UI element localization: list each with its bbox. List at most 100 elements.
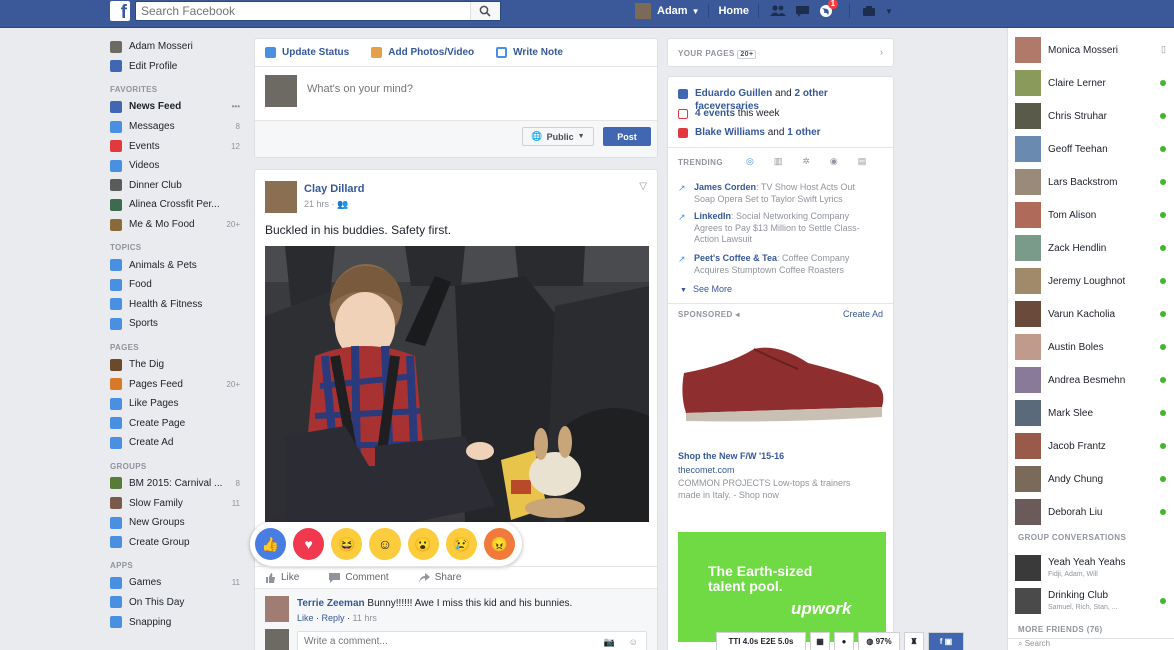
search-box[interactable]: [135, 1, 501, 21]
upwork-ad[interactable]: The Earth-sized talent pool. upwork: [678, 532, 886, 642]
angry-reaction-icon[interactable]: 😠: [483, 528, 515, 560]
notice-link[interactable]: Eduardo Guillen: [695, 88, 772, 99]
settings-dropdown-icon[interactable]: ▼: [885, 7, 893, 16]
profile-link[interactable]: Adam: [657, 5, 688, 17]
tab-add-photos[interactable]: Add Photos/Video: [371, 47, 474, 58]
chat-contact[interactable]: Andy Chung: [1015, 465, 1170, 493]
chat-contact[interactable]: Varun Kacholia: [1015, 300, 1170, 328]
trending-sports-icon[interactable]: ◉: [830, 156, 838, 167]
yay-reaction-icon[interactable]: ☺: [369, 528, 401, 560]
ad-image[interactable]: [678, 329, 886, 447]
facebook-icon[interactable]: f ▣: [928, 632, 964, 650]
nav-item-create-page[interactable]: Create Page: [110, 414, 245, 434]
like-button[interactable]: Like: [265, 572, 299, 583]
chat-group[interactable]: Drinking Club Samuel, Rich, Stan, ...: [1015, 587, 1170, 615]
nav-item-the-dig[interactable]: The Dig: [110, 355, 245, 375]
events-notice[interactable]: 4 events this week: [678, 107, 780, 120]
trending-item[interactable]: ↗ James Corden: TV Show Host Acts Out Soa…: [678, 182, 873, 205]
nav-item-news-feed[interactable]: News Feed •••: [110, 97, 245, 117]
post-button[interactable]: Post: [603, 127, 651, 146]
nav-item-like-pages[interactable]: Like Pages: [110, 394, 245, 414]
like-reaction-icon[interactable]: 👍: [255, 528, 287, 560]
ad-choices-icon[interactable]: ◂: [735, 310, 739, 319]
trending-top-icon[interactable]: ◎: [746, 156, 754, 167]
tab-write-note[interactable]: Write Note: [496, 47, 563, 58]
chat-contact[interactable]: Austin Boles: [1015, 333, 1170, 361]
comment-like-link[interactable]: Like: [297, 613, 314, 623]
comment-input[interactable]: [298, 636, 588, 647]
notice-link[interactable]: 1 other: [787, 127, 820, 138]
dock-icon[interactable]: ♜: [904, 632, 924, 650]
status-input[interactable]: [307, 83, 607, 95]
comment-box[interactable]: 📷 ☺: [297, 631, 647, 650]
comment-button[interactable]: Comment: [329, 572, 389, 583]
nav-item-dinner-club[interactable]: Dinner Club: [110, 176, 245, 196]
chat-search[interactable]: ⌕ Search: [1008, 638, 1174, 650]
birthday-notice[interactable]: Blake Williams and 1 other: [678, 126, 821, 139]
sad-reaction-icon[interactable]: 😢: [445, 528, 477, 560]
home-link[interactable]: Home: [718, 5, 749, 17]
trending-science-icon[interactable]: ✲: [802, 156, 810, 167]
nav-item-messages[interactable]: Messages 8: [110, 117, 245, 137]
avatar[interactable]: [265, 181, 297, 213]
nav-item-create-group[interactable]: Create Group: [110, 532, 245, 552]
see-more-link[interactable]: ▼ See More: [680, 284, 732, 294]
chat-contact[interactable]: Claire Lerner: [1015, 69, 1170, 97]
camera-icon[interactable]: 📷: [604, 637, 615, 648]
nav-item-health[interactable]: Health & Fitness: [110, 295, 245, 315]
dock-icon[interactable]: ●: [834, 632, 854, 650]
tab-update-status[interactable]: Update Status: [265, 47, 349, 58]
chat-contact[interactable]: Jacob Frantz: [1015, 432, 1170, 460]
chat-group[interactable]: Yeah Yeah Yeahs Fidji, Adam, Will: [1015, 554, 1170, 582]
nav-item-food[interactable]: Food: [110, 275, 245, 295]
search-input[interactable]: [136, 2, 466, 20]
avatar[interactable]: [635, 3, 651, 19]
chat-contact[interactable]: Monica Mosseri ▯: [1015, 36, 1170, 64]
more-options-icon[interactable]: •••: [232, 102, 240, 111]
haha-reaction-icon[interactable]: 😆: [331, 528, 363, 560]
nav-item-me-mo-food[interactable]: Me & Mo Food 20+: [110, 215, 245, 235]
trending-item[interactable]: ↗ Peet's Coffee & Tea: Coffee Company Acq…: [678, 253, 873, 276]
trending-entertainment-icon[interactable]: ▤: [858, 156, 867, 167]
nav-item-snapping[interactable]: Snapping: [110, 612, 245, 632]
chat-contact[interactable]: Deborah Liu: [1015, 498, 1170, 526]
nav-item-bm2015[interactable]: BM 2015: Carnival ... 8: [110, 474, 245, 494]
nav-item-alinea[interactable]: Alinea Crossfit Per...: [110, 195, 245, 215]
share-button[interactable]: Share: [418, 572, 461, 583]
chat-contact[interactable]: Andrea Besmehn: [1015, 366, 1170, 394]
notifications-globe-icon[interactable]: 1: [816, 0, 839, 20]
chevron-down-icon[interactable]: ▼: [692, 7, 700, 16]
trending-item[interactable]: ↗ LinkedIn: Social Networking Company Agr…: [678, 211, 873, 246]
nav-item-edit-profile[interactable]: Edit Profile: [110, 57, 245, 77]
facebook-logo[interactable]: f: [110, 1, 130, 21]
chat-contact[interactable]: Geoff Teehan: [1015, 135, 1170, 163]
create-ad-link[interactable]: Create Ad: [843, 309, 883, 319]
nav-item-on-this-day[interactable]: On This Day: [110, 593, 245, 613]
perf-timer[interactable]: TTI 4.0s E2E 5.0s: [716, 632, 806, 650]
wow-reaction-icon[interactable]: 😮: [407, 528, 439, 560]
chat-contact[interactable]: Tom Alison: [1015, 201, 1170, 229]
notice-link[interactable]: 4 events: [695, 108, 735, 119]
avatar[interactable]: [265, 596, 289, 622]
post-photo[interactable]: [265, 246, 649, 522]
nav-item-new-groups[interactable]: New Groups: [110, 513, 245, 533]
trending-politics-icon[interactable]: ▥: [774, 156, 783, 167]
search-button[interactable]: [470, 2, 500, 20]
nav-item-videos[interactable]: Videos: [110, 156, 245, 176]
post-author[interactable]: Clay Dillard: [304, 183, 365, 195]
nav-item-profile[interactable]: Adam Mosseri: [110, 37, 245, 57]
privacy-selector[interactable]: 🌐 Public ▼: [522, 127, 594, 146]
dock-percent[interactable]: ◍ 97%: [858, 632, 900, 650]
nav-item-slow-family[interactable]: Slow Family 11: [110, 493, 245, 513]
dock-icon[interactable]: ▦: [810, 632, 830, 650]
notice-link[interactable]: Blake Williams: [695, 127, 765, 138]
chat-contact[interactable]: Chris Struhar: [1015, 102, 1170, 130]
comment-author[interactable]: Terrie Zeeman: [297, 598, 365, 609]
privacy-shortcuts-icon[interactable]: [859, 2, 879, 20]
post-timestamp[interactable]: 21 hrs · 👥: [304, 199, 348, 210]
chat-contact[interactable]: Lars Backstrom: [1015, 168, 1170, 196]
post-options-icon[interactable]: ▽: [639, 181, 647, 192]
nav-item-pages-feed[interactable]: Pages Feed 20+: [110, 374, 245, 394]
nav-item-sports[interactable]: Sports: [110, 314, 245, 334]
nav-item-create-ad[interactable]: Create Ad: [110, 433, 245, 453]
